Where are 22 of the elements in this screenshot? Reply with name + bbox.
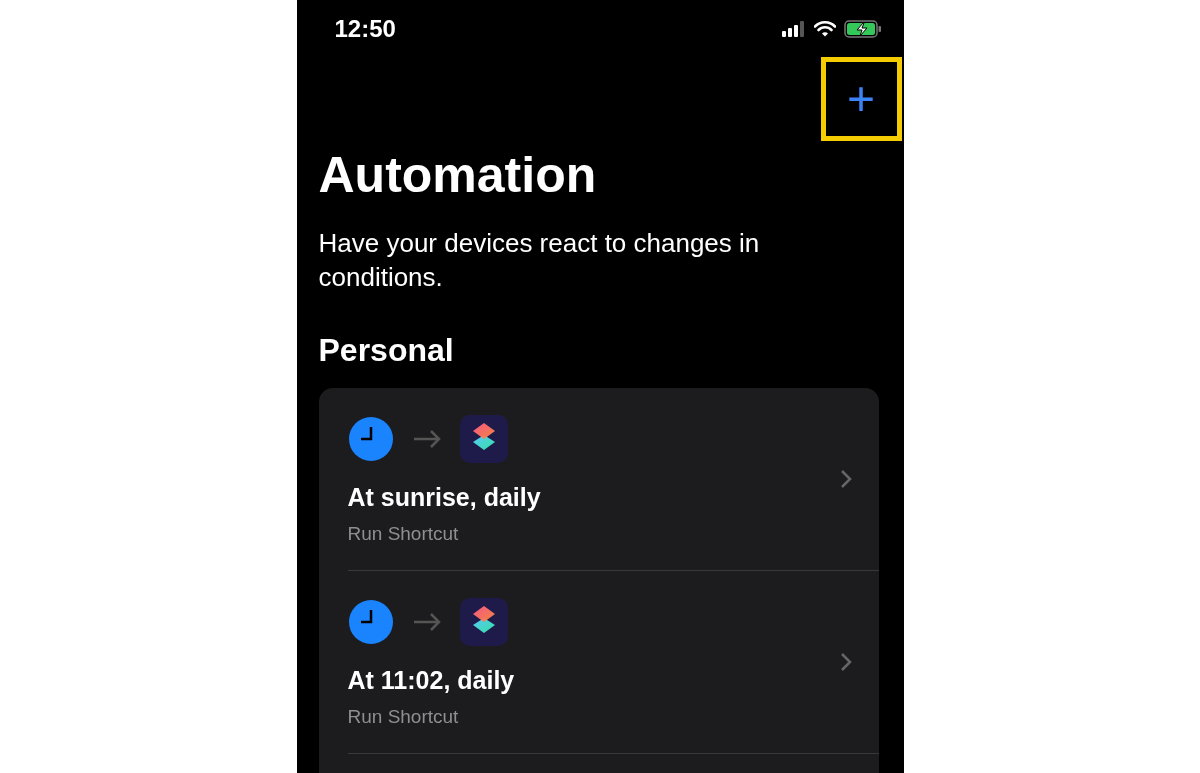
- section-heading: Personal: [318, 334, 455, 366]
- signal-icon: [781, 20, 806, 37]
- arrow-icon: [412, 612, 441, 632]
- automation-row[interactable]: At 11:02, daily Run Shortcut: [347, 571, 879, 754]
- battery-icon: [843, 19, 882, 38]
- shortcuts-app-icon: [459, 415, 508, 463]
- arrow-icon: [412, 429, 441, 449]
- wifi-icon: [813, 20, 836, 37]
- automation-action: Run Shortcut: [347, 707, 460, 726]
- status-time: 12:50: [334, 13, 396, 44]
- automation-row[interactable]: At sunrise, daily Run Shortcut: [347, 388, 879, 571]
- clock-icon: [347, 416, 394, 462]
- chevron-icon: [839, 469, 852, 489]
- clock-icon: [347, 599, 394, 645]
- page-subtitle: Have your devices react to changes in conditions.: [318, 227, 761, 294]
- page-title: Automation: [318, 150, 598, 200]
- add-button[interactable]: +: [820, 57, 902, 141]
- automation-title: At 11:02, daily: [347, 668, 516, 693]
- automation-action: Run Shortcut: [347, 524, 460, 543]
- chevron-icon: [839, 652, 852, 672]
- automation-title: At sunrise, daily: [347, 485, 542, 510]
- shortcuts-app-icon: [459, 598, 508, 646]
